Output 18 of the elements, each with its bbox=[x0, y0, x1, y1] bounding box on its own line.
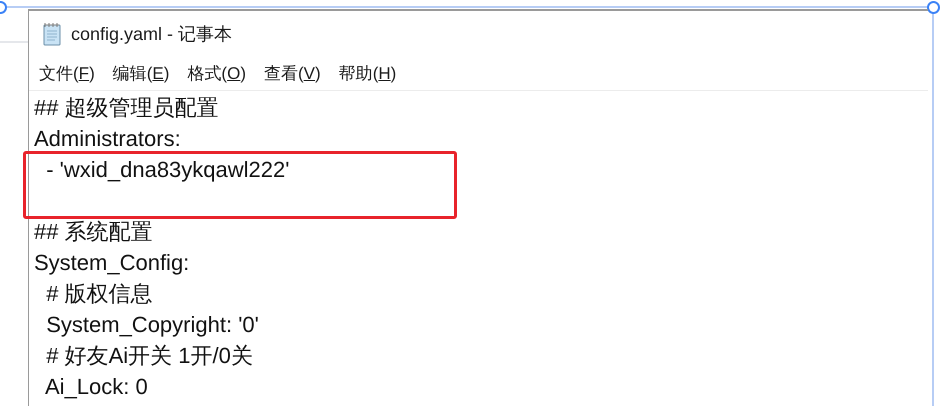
code-line: - 'wxid_dna83ykqawl222' bbox=[45, 157, 290, 182]
menu-item[interactable]: 文件(F) bbox=[37, 60, 97, 86]
code-line: Ai_Lock: 0 bbox=[44, 374, 148, 399]
menu-item[interactable]: 帮助(H) bbox=[336, 60, 398, 86]
code-line: ## 系统配置 bbox=[34, 219, 153, 244]
menu-item[interactable]: 编辑(E) bbox=[110, 60, 172, 86]
window-title: config.yaml - 记事本 bbox=[71, 22, 232, 46]
code-line: System_Config: bbox=[34, 250, 190, 275]
menu-item[interactable]: 格式(O) bbox=[185, 60, 248, 86]
menu-item[interactable]: 查看(V) bbox=[262, 60, 323, 86]
code-line: Administrators: bbox=[34, 126, 181, 151]
notepad-icon bbox=[41, 22, 63, 46]
code-line: # 版权信息 bbox=[45, 281, 153, 306]
code-line: System_Copyright: '0' bbox=[45, 312, 259, 337]
code-line: ## 超级管理员配置 bbox=[34, 95, 219, 120]
code-line: # 好友Ai开关 1开/0关 bbox=[45, 343, 253, 368]
resize-handle[interactable] bbox=[927, 1, 940, 14]
text-editor[interactable]: ## 超级管理员配置 Administrators: - 'wxid_dna83ykqawl222' ## 系统配置 System_Config: # 版权信息 System_Copyright: '0' # 好友Ai开关 1开/0关 Ai_Lock: 0 bbox=[29, 90, 928, 406]
